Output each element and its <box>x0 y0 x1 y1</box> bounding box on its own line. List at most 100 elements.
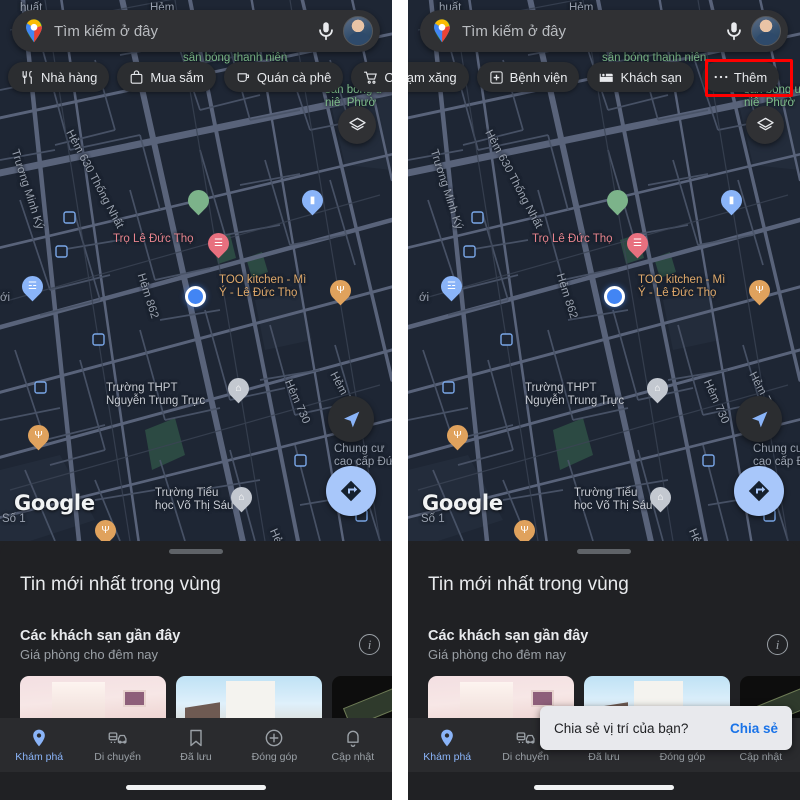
restaurant-pin-3[interactable]: Ψ <box>90 515 121 541</box>
google-watermark: Google <box>14 491 95 515</box>
school-pin[interactable]: ⌂ <box>642 373 673 406</box>
nav-item-explore[interactable]: Khám phá <box>0 728 78 763</box>
commute-icon <box>108 728 128 748</box>
chip-label: Mua sắm <box>150 69 204 85</box>
section-title: Các khách sạn gần đây <box>428 628 589 644</box>
google-maps-pin-icon <box>24 18 44 44</box>
hotel-pin[interactable]: ☰ <box>622 228 653 261</box>
shopping-pin[interactable]: ▮ <box>297 185 328 218</box>
restaurant-pin-3[interactable]: Ψ <box>509 515 540 541</box>
info-icon[interactable]: i <box>359 634 380 655</box>
search-input[interactable]: Tìm kiếm ở đây <box>54 23 315 40</box>
chip-shopping[interactable]: Mua sắm <box>117 62 216 92</box>
more-dots-icon <box>714 70 728 85</box>
panel-divider <box>392 0 408 800</box>
park-pin[interactable] <box>183 185 214 218</box>
info-icon[interactable]: i <box>767 634 788 655</box>
search-bar[interactable]: Tìm kiếm ở đây <box>12 10 380 52</box>
nav-label: Di chuyển <box>502 750 549 763</box>
nav-item-explore[interactable]: Khám phá <box>408 728 486 763</box>
home-indicator <box>126 785 266 790</box>
toast-message: Chia sẻ vị trí của bạn? <box>554 720 689 736</box>
shopping-pin[interactable]: ▮ <box>716 185 747 218</box>
shopping-bag-icon <box>129 69 144 85</box>
navigation-arrow-icon <box>751 411 767 427</box>
restaurant-pin-2[interactable]: Ψ <box>442 420 473 453</box>
grocery-pin[interactable]: ☲ <box>436 271 467 304</box>
nearby-hotels-section[interactable]: Các khách sạn gần đây Giá phòng cho đêm … <box>20 628 392 662</box>
plus-circle-icon <box>264 728 284 748</box>
nav-item-contribute[interactable]: Đóng góp <box>235 728 313 763</box>
chip-grocery[interactable]: Cửa hàng tạp hóa <box>351 62 392 92</box>
google-watermark: Google <box>422 491 503 515</box>
hospital-icon <box>489 70 504 85</box>
explore-pin-icon <box>437 728 457 748</box>
nearby-hotels-section[interactable]: Các khách sạn gần đây Giá phòng cho đêm … <box>428 628 800 662</box>
map-layers-button[interactable] <box>746 106 784 144</box>
nav-label: Khám phá <box>15 750 64 763</box>
phone-screen-right: Google sân bóng thanh niênsân bóng u niê… <box>408 0 800 800</box>
chip-label: Trạm xăng <box>408 69 457 85</box>
search-input[interactable]: Tìm kiếm ở đây <box>462 23 723 40</box>
home-indicator <box>534 785 674 790</box>
category-chip-row-right[interactable]: Trạm xăng Bệnh viện Khách sạn <box>408 62 800 92</box>
nav-item-saved[interactable]: Đã lưu <box>157 728 235 763</box>
share-location-toast[interactable]: Chia sẻ vị trí của bạn? Chia sẻ <box>540 706 792 750</box>
sheet-title: Tin mới nhất trong vùng <box>20 574 221 595</box>
restaurant-pin-2[interactable]: Ψ <box>23 420 54 453</box>
my-location-button[interactable] <box>328 396 374 442</box>
avatar[interactable] <box>751 16 781 46</box>
bookmark-icon <box>186 728 206 748</box>
chip-hotel[interactable]: Khách sạn <box>587 62 694 92</box>
bell-icon <box>343 728 363 748</box>
nav-label: Cập nhật <box>331 750 375 763</box>
nav-item-updates[interactable]: Cập nhật <box>314 728 392 763</box>
map-layers-button[interactable] <box>338 106 376 144</box>
directions-button[interactable] <box>734 466 784 516</box>
chip-label: Bệnh viện <box>509 69 568 85</box>
hotel-bed-icon <box>599 70 614 85</box>
navigation-arrow-icon <box>343 411 359 427</box>
current-location-dot <box>185 286 206 307</box>
sheet-title: Tin mới nhất trong vùng <box>428 574 629 595</box>
park-pin[interactable] <box>602 185 633 218</box>
sheet-drag-handle[interactable] <box>577 549 631 554</box>
hotel-pin[interactable]: ☰ <box>203 228 234 261</box>
chip-restaurant[interactable]: Nhà hàng <box>8 62 110 92</box>
nav-label: Đóng góp <box>659 750 706 763</box>
section-subtitle: Giá phòng cho đêm nay <box>20 647 159 662</box>
microphone-icon[interactable] <box>723 20 745 42</box>
school-pin-2[interactable]: ⌂ <box>226 482 257 515</box>
search-bar[interactable]: Tìm kiếm ở đây <box>420 10 788 52</box>
chip-label: Cửa hàng tạp hóa <box>384 69 392 85</box>
my-location-button[interactable] <box>736 396 782 442</box>
nav-label: Di chuyển <box>94 750 141 763</box>
microphone-icon[interactable] <box>315 20 337 42</box>
category-chip-row-left[interactable]: Nhà hàng Mua sắm Quán cà phê C <box>0 62 392 92</box>
directions-button[interactable] <box>326 466 376 516</box>
bottom-nav-left[interactable]: Khám phá Di chuyển Đã lưu Đóng góp Cập n… <box>0 718 392 772</box>
chip-more[interactable]: Thêm <box>701 62 780 92</box>
nav-item-commute[interactable]: Di chuyển <box>78 728 156 763</box>
nav-label: Đã lưu <box>588 750 620 763</box>
sheet-drag-handle[interactable] <box>169 549 223 554</box>
chip-label: Khách sạn <box>620 69 682 85</box>
chip-gas-station[interactable]: Trạm xăng <box>408 62 469 92</box>
restaurant-icon <box>20 70 35 85</box>
directions-arrow-icon <box>340 480 362 502</box>
toast-share-button[interactable]: Chia sẻ <box>730 721 778 736</box>
restaurant-pin[interactable]: Ψ <box>744 275 775 308</box>
google-maps-pin-icon <box>432 18 452 44</box>
coffee-cup-icon <box>236 70 251 85</box>
current-location-dot <box>604 286 625 307</box>
chip-hospital[interactable]: Bệnh viện <box>476 62 580 92</box>
school-pin[interactable]: ⌂ <box>223 373 254 406</box>
avatar[interactable] <box>343 16 373 46</box>
directions-arrow-icon <box>748 480 770 502</box>
nav-label: Khám phá <box>423 750 472 763</box>
nav-label: Đóng góp <box>251 750 298 763</box>
restaurant-pin[interactable]: Ψ <box>325 275 356 308</box>
grocery-pin[interactable]: ☲ <box>17 271 48 304</box>
school-pin-2[interactable]: ⌂ <box>645 482 676 515</box>
chip-coffee[interactable]: Quán cà phê <box>223 62 344 92</box>
